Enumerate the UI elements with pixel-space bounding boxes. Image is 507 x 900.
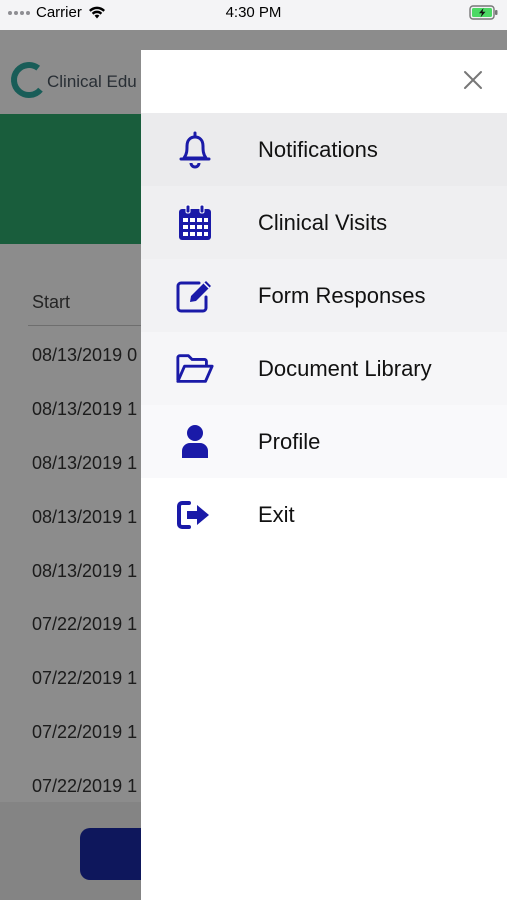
menu-item-form-responses[interactable]: Form Responses (141, 259, 507, 332)
menu-item-profile[interactable]: Profile (141, 405, 507, 478)
drawer-header (141, 50, 507, 113)
bell-icon (175, 130, 215, 170)
folder-open-icon (175, 349, 215, 389)
user-icon (175, 422, 215, 462)
menu-item-notifications[interactable]: Notifications (141, 113, 507, 186)
menu-item-label: Form Responses (258, 282, 426, 308)
close-button[interactable] (457, 64, 489, 96)
menu-item-document-library[interactable]: Document Library (141, 332, 507, 405)
menu-item-label: Clinical Visits (258, 209, 388, 235)
battery-charging-icon (469, 5, 499, 26)
calendar-icon (175, 203, 215, 243)
menu-item-label: Document Library (258, 355, 432, 381)
close-icon (464, 71, 482, 89)
sign-out-icon (175, 495, 215, 535)
menu-item-label: Profile (258, 428, 321, 454)
menu-item-label: Notifications (258, 136, 378, 162)
menu-item-clinical-visits[interactable]: Clinical Visits (141, 186, 507, 259)
menu-item-exit[interactable]: Exit (141, 478, 507, 551)
menu-item-label: Exit (258, 501, 295, 527)
side-menu-drawer: Notifications Clinical Visits Form Respo… (141, 50, 507, 900)
status-time: 4:30 PM (225, 4, 282, 21)
status-bar: Carrier 4:30 PM (0, 0, 507, 30)
edit-icon (175, 276, 215, 316)
